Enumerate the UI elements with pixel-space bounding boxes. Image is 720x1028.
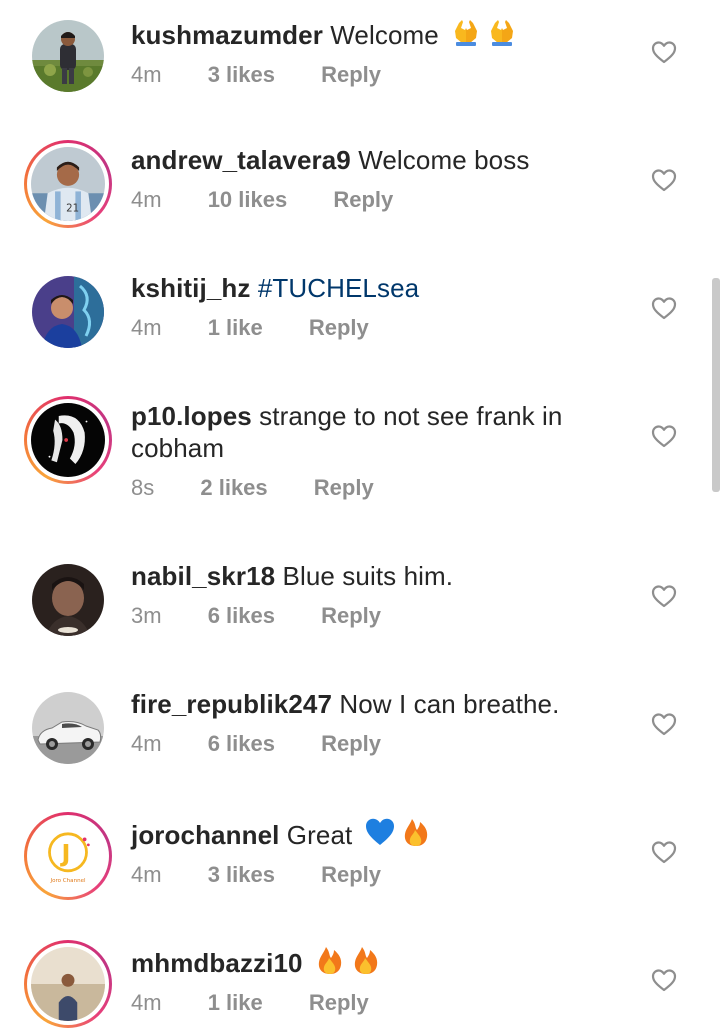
blue-heart-emoji bbox=[364, 816, 396, 848]
comment-text: kshitij_hz #TUCHELsea bbox=[131, 272, 611, 304]
avatar[interactable] bbox=[32, 692, 104, 764]
comment-time: 4m bbox=[131, 990, 162, 1015]
comment-body: Great bbox=[286, 820, 353, 850]
username-link[interactable]: nabil_skr18 bbox=[131, 561, 275, 591]
username-link[interactable]: p10.lopes bbox=[131, 401, 252, 431]
likes-count[interactable]: 2 likes bbox=[200, 474, 267, 502]
comment-meta: 4m 6 likes Reply bbox=[131, 730, 611, 758]
comment-text: andrew_talavera9 Welcome boss bbox=[131, 144, 611, 176]
comment-text: nabil_skr18 Blue suits him. bbox=[131, 560, 611, 592]
comment-text: fire_republik247 Now I can breathe. bbox=[131, 688, 611, 720]
avatar[interactable] bbox=[32, 276, 104, 348]
avatar[interactable]: 21 bbox=[24, 140, 112, 228]
reply-button[interactable]: Reply bbox=[314, 474, 374, 502]
reply-button[interactable]: Reply bbox=[309, 989, 369, 1017]
comment-time: 4m bbox=[131, 62, 162, 87]
comment-text: p10.lopes strange to not see frank in co… bbox=[131, 400, 611, 464]
folded-hands-emoji bbox=[450, 16, 482, 48]
comment-meta: 4m 10 likes Reply bbox=[131, 186, 611, 214]
comment-text: kushmazumder Welcome bbox=[131, 16, 611, 51]
username-link[interactable]: fire_republik247 bbox=[131, 689, 332, 719]
comment-text: mhmdbazzi10 bbox=[131, 944, 611, 979]
comment-time: 3m bbox=[131, 603, 162, 628]
folded-hands-emoji bbox=[486, 16, 518, 48]
reply-button[interactable]: Reply bbox=[321, 861, 381, 889]
fire-emoji bbox=[314, 944, 346, 976]
heart-outline-icon[interactable] bbox=[651, 168, 677, 192]
comment-body: Now I can breathe. bbox=[339, 689, 560, 719]
comment-body: Welcome bbox=[330, 20, 439, 50]
comment-time: 4m bbox=[131, 315, 162, 340]
comment-meta: 3m 6 likes Reply bbox=[131, 602, 611, 630]
comment-body-line2: cobham bbox=[131, 433, 225, 463]
jersey-number: 21 bbox=[66, 204, 79, 215]
comment-meta: 8s 2 likes Reply bbox=[131, 474, 611, 502]
likes-count[interactable]: 6 likes bbox=[208, 602, 275, 630]
username-link[interactable]: kushmazumder bbox=[131, 20, 323, 50]
avatar[interactable] bbox=[24, 940, 112, 1028]
hashtag-link[interactable]: #TUCHELsea bbox=[258, 273, 419, 303]
heart-outline-icon[interactable] bbox=[651, 584, 677, 608]
heart-outline-icon[interactable] bbox=[651, 424, 677, 448]
likes-count[interactable]: 1 like bbox=[208, 314, 263, 342]
likes-count[interactable]: 3 likes bbox=[208, 861, 275, 889]
reply-button[interactable]: Reply bbox=[309, 314, 369, 342]
comment-body: Blue suits him. bbox=[282, 561, 454, 591]
heart-outline-icon[interactable] bbox=[651, 840, 677, 864]
reply-button[interactable]: Reply bbox=[333, 186, 393, 214]
comment-meta: 4m 1 like Reply bbox=[131, 989, 611, 1017]
scrollbar[interactable] bbox=[712, 278, 720, 492]
comment-meta: 4m 1 like Reply bbox=[131, 314, 611, 342]
heart-outline-icon[interactable] bbox=[651, 712, 677, 736]
username-link[interactable]: mhmdbazzi10 bbox=[131, 948, 303, 978]
username-link[interactable]: jorochannel bbox=[131, 820, 279, 850]
avatar[interactable] bbox=[32, 564, 104, 636]
avatar[interactable]: J Joro Channel bbox=[24, 812, 112, 900]
reply-button[interactable]: Reply bbox=[321, 602, 381, 630]
comment-body-line1: strange to not see frank in bbox=[259, 401, 563, 431]
heart-outline-icon[interactable] bbox=[651, 296, 677, 320]
likes-count[interactable]: 6 likes bbox=[208, 730, 275, 758]
heart-outline-icon[interactable] bbox=[651, 40, 677, 64]
reply-button[interactable]: Reply bbox=[321, 730, 381, 758]
comment-body: Welcome boss bbox=[358, 145, 530, 175]
comment-time: 4m bbox=[131, 731, 162, 756]
username-link[interactable]: kshitij_hz bbox=[131, 273, 250, 303]
comment-meta: 4m 3 likes Reply bbox=[131, 61, 611, 89]
reply-button[interactable]: Reply bbox=[321, 61, 381, 89]
heart-outline-icon[interactable] bbox=[651, 968, 677, 992]
comment-time: 4m bbox=[131, 187, 162, 212]
fire-emoji bbox=[350, 944, 382, 976]
comment-text: jorochannel Great bbox=[131, 816, 611, 851]
fire-emoji bbox=[400, 816, 432, 848]
avatar[interactable] bbox=[32, 20, 104, 92]
comment-time: 8s bbox=[131, 475, 155, 500]
logo-letter: J bbox=[60, 840, 71, 868]
likes-count[interactable]: 10 likes bbox=[208, 186, 288, 214]
comment-time: 4m bbox=[131, 862, 162, 887]
logo-caption: Joro Channel bbox=[49, 878, 86, 884]
likes-count[interactable]: 1 like bbox=[208, 989, 263, 1017]
avatar[interactable] bbox=[24, 396, 112, 484]
username-link[interactable]: andrew_talavera9 bbox=[131, 145, 351, 175]
comment-meta: 4m 3 likes Reply bbox=[131, 861, 611, 889]
likes-count[interactable]: 3 likes bbox=[208, 61, 275, 89]
